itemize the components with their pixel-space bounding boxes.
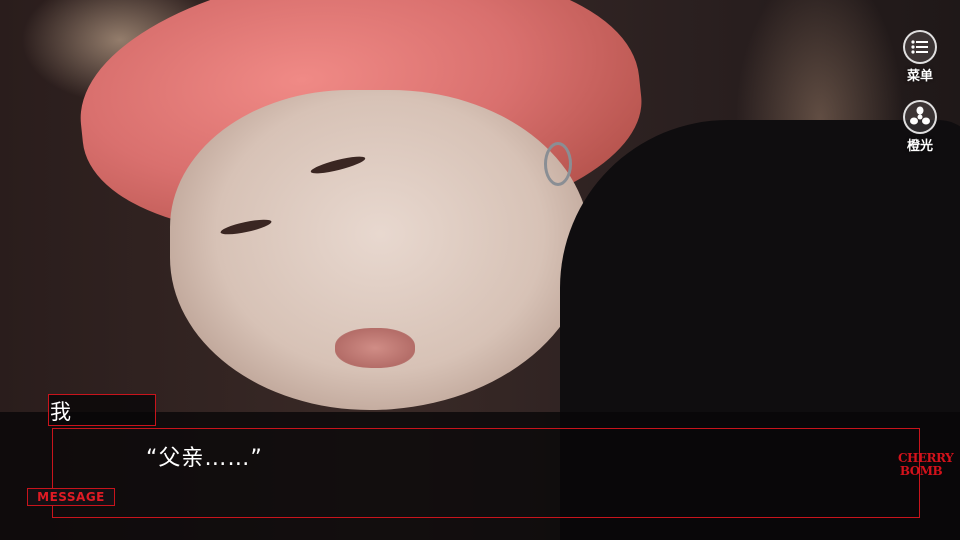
dialog-text: “父亲……” [146, 446, 263, 471]
orange-light-button-label: 橙光 [906, 139, 933, 154]
logo-line-2: BOMB [899, 464, 943, 478]
menu-button-label: 菜单 [906, 69, 933, 84]
orange-light-icon [903, 100, 937, 134]
character-earring [544, 142, 572, 186]
orange-light-button[interactable]: 橙光 [898, 100, 942, 154]
cherry-bomb-logo: CHERRY BOMB [898, 452, 954, 478]
character-lips [335, 328, 415, 368]
list-icon [903, 30, 937, 64]
speaker-name: 我 [50, 400, 71, 424]
message-log-button[interactable]: MESSAGE [27, 488, 115, 506]
menu-button[interactable]: 菜单 [898, 30, 942, 84]
